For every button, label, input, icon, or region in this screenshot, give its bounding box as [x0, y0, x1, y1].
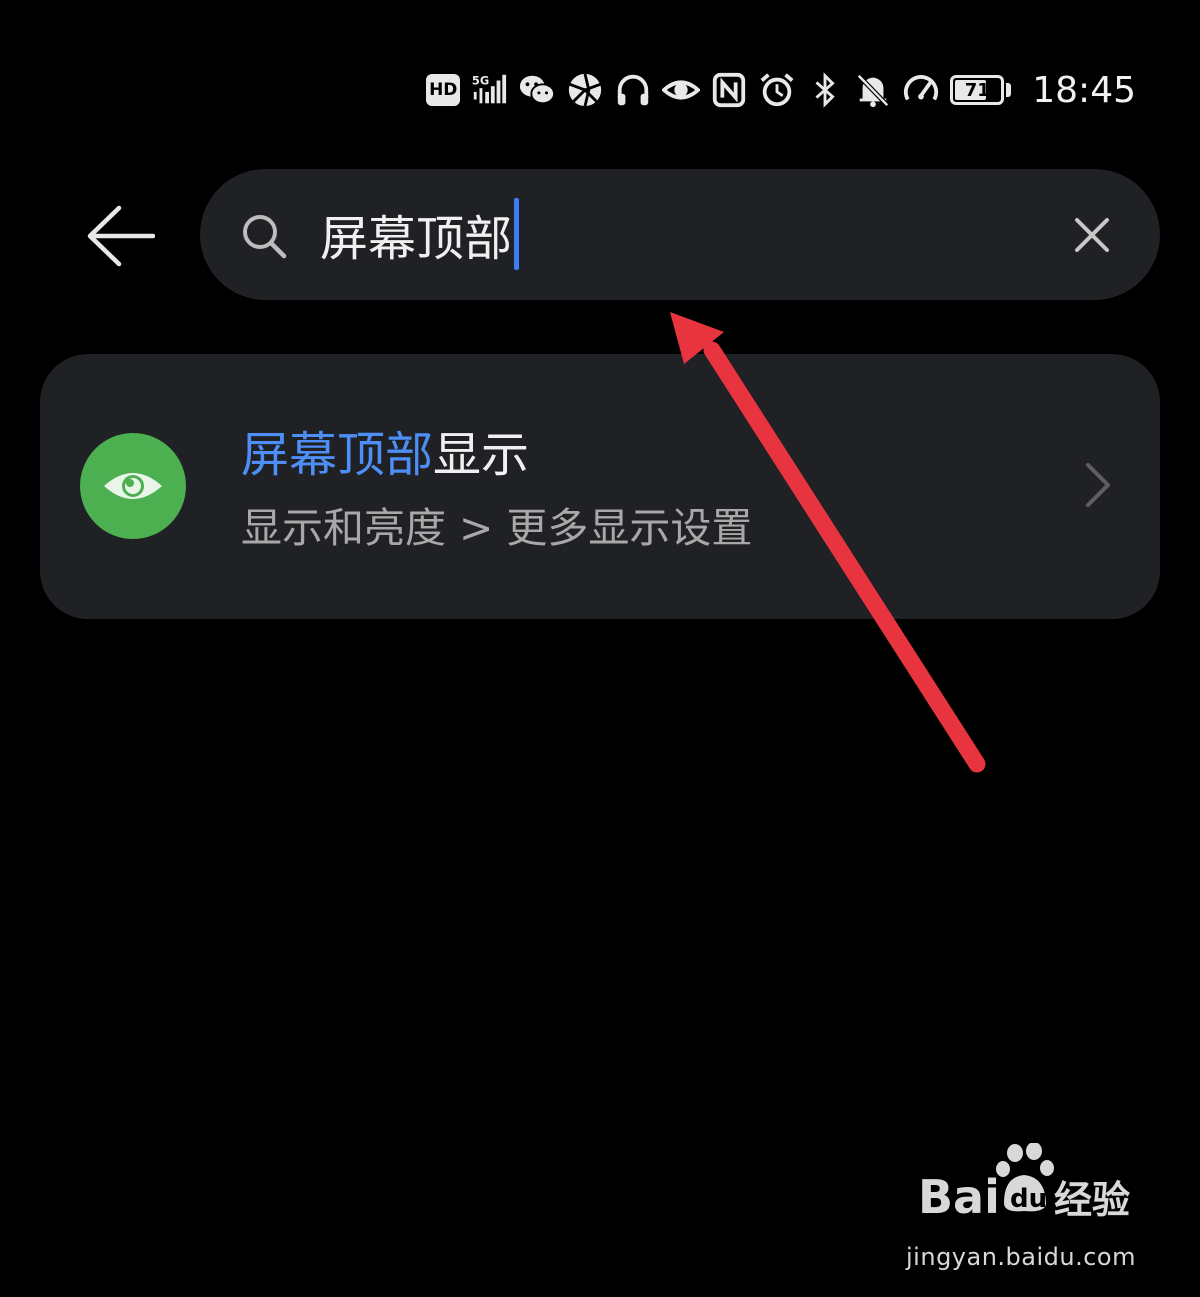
watermark: Bai du 经验 jingyan.baidu.com [906, 1142, 1138, 1271]
headphones-icon [614, 71, 652, 109]
wechat-icon [518, 71, 556, 109]
svg-text:Bai: Bai [918, 1170, 1000, 1224]
result-title-rest: 显示 [433, 427, 530, 483]
back-button[interactable] [80, 196, 160, 276]
eye-comfort-icon [662, 71, 701, 109]
signal-label: 5G [472, 73, 489, 87]
5g-signal-icon: 5G [470, 71, 508, 109]
arrow-left-icon [87, 205, 155, 267]
alarm-icon [758, 71, 796, 109]
text-caret [514, 198, 520, 270]
search-query-text: 屏幕顶部 [320, 211, 513, 267]
svg-text:du: du [1010, 1184, 1047, 1214]
status-bar: HD 5G 71 18:45 [426, 62, 1136, 118]
app-icon [566, 71, 604, 109]
search-icon [243, 215, 287, 259]
chevron-right-icon [1086, 463, 1110, 507]
search-input[interactable]: 屏幕顶部 [320, 198, 520, 270]
battery-level: 71 [964, 79, 990, 101]
nfc-icon [710, 71, 748, 109]
search-bar[interactable]: 屏幕顶部 [200, 169, 1160, 300]
data-speed-icon [902, 71, 940, 109]
close-icon [1075, 218, 1109, 252]
baidu-jingyan-logo: Bai du 经验 [918, 1142, 1130, 1224]
result-title-highlight: 屏幕顶部 [241, 427, 434, 483]
battery-icon: 71 [950, 73, 1014, 107]
eye-icon [104, 473, 162, 499]
hd-badge: HD [426, 74, 461, 106]
status-clock: 18:45 [1032, 69, 1136, 111]
watermark-url: jingyan.baidu.com [906, 1243, 1136, 1271]
result-path: 显示和亮度 > 更多显示设置 [241, 504, 753, 552]
result-title: 屏幕顶部显示 [241, 424, 529, 486]
bluetooth-icon [806, 71, 844, 109]
clear-search-button[interactable] [1064, 207, 1120, 263]
mute-icon [854, 71, 892, 109]
svg-text:经验: 经验 [1054, 1178, 1130, 1222]
result-app-icon [80, 433, 186, 539]
search-result-item[interactable]: 屏幕顶部显示 显示和亮度 > 更多显示设置 [40, 354, 1160, 619]
